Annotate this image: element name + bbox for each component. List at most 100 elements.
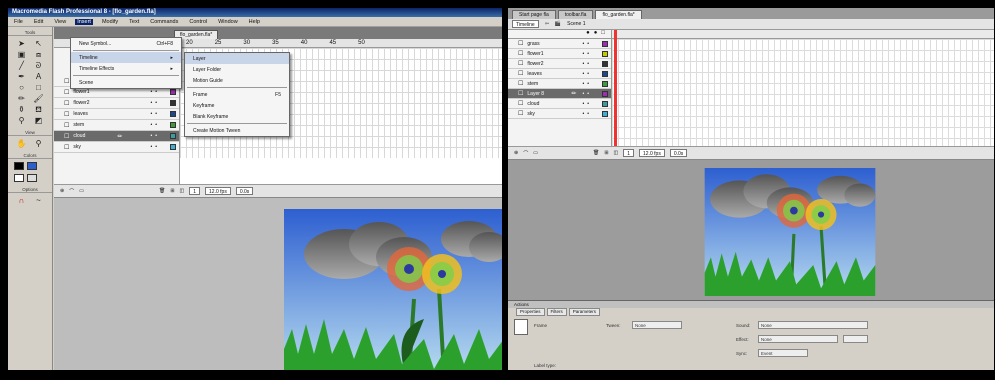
- layer-toggles[interactable]: ••: [582, 71, 592, 77]
- menu-item-new-symbol[interactable]: New Symbol... Ctrl+F8: [71, 38, 181, 49]
- layer-toggles[interactable]: ••: [582, 51, 592, 57]
- zoom-tool-icon[interactable]: ⚲: [31, 139, 46, 148]
- layer-row[interactable]: ☐ flower1 ••: [508, 49, 611, 59]
- add-folder-icon[interactable]: ▭: [533, 150, 538, 156]
- menu-item-blank-keyframe[interactable]: Blank Keyframe: [185, 111, 289, 122]
- black-white-icon[interactable]: [14, 174, 24, 182]
- tween-select[interactable]: None: [632, 321, 682, 329]
- add-guide-icon[interactable]: ⌒: [69, 188, 74, 195]
- selection-tool-icon[interactable]: ➤: [14, 39, 29, 48]
- stroke-color-swatch[interactable]: [14, 162, 24, 170]
- tab-parameters[interactable]: Parameters: [568, 308, 601, 316]
- menu-help[interactable]: Help: [247, 19, 262, 25]
- menu-item-frame[interactable]: Frame F5: [185, 89, 289, 100]
- layer-toggles[interactable]: ••: [150, 100, 160, 106]
- menu-item-timeline[interactable]: Timeline ▸: [71, 52, 181, 63]
- layer-row[interactable]: ☐ flower2 ••: [508, 59, 611, 69]
- back-arrow-icon[interactable]: ⇦: [545, 21, 549, 27]
- layer-toggles[interactable]: ••: [582, 61, 592, 67]
- layer-toggles[interactable]: ••: [582, 91, 592, 97]
- tab-flo-garden[interactable]: flo_garden.fla*: [595, 10, 642, 19]
- menu-commands[interactable]: Commands: [148, 19, 180, 25]
- layer-row[interactable]: ☐ cloud ••: [508, 99, 611, 109]
- menu-item-layer-folder[interactable]: Layer Folder: [185, 64, 289, 75]
- line-tool-icon[interactable]: ╱: [14, 61, 29, 70]
- layer-toggles[interactable]: ••: [582, 111, 592, 117]
- menu-item-timeline-effects[interactable]: Timeline Effects ▸: [71, 63, 181, 74]
- fill-color-swatch[interactable]: [27, 162, 37, 170]
- pencil-tool-icon[interactable]: ✏: [14, 94, 29, 103]
- playhead[interactable]: [614, 30, 617, 158]
- center-frame-icon[interactable]: ⊞: [604, 150, 608, 156]
- layer-toggles[interactable]: ••: [150, 122, 160, 128]
- sync-select[interactable]: Event: [758, 349, 808, 357]
- onion-skin-icon[interactable]: ◫: [614, 150, 619, 156]
- lock-icon[interactable]: ●: [594, 30, 598, 38]
- oval-tool-icon[interactable]: ○: [14, 83, 29, 92]
- lasso-tool-icon[interactable]: ᘐ: [31, 61, 46, 70]
- outline-icon[interactable]: □: [601, 30, 605, 38]
- gradient-transform-icon[interactable]: ⧈: [31, 50, 46, 59]
- sound-select[interactable]: None: [758, 321, 868, 329]
- stage-canvas[interactable]: [702, 168, 878, 296]
- add-layer-icon[interactable]: ⊕: [514, 150, 518, 156]
- layer-toggles[interactable]: ••: [582, 101, 592, 107]
- delete-layer-icon[interactable]: 🗑: [593, 150, 599, 156]
- delete-layer-icon[interactable]: 🗑: [159, 188, 165, 194]
- layer-toggles[interactable]: ••: [150, 144, 160, 150]
- tab-start-page[interactable]: Start page fla: [512, 10, 556, 19]
- free-transform-icon[interactable]: ▣: [14, 50, 29, 59]
- edit-effect-button[interactable]: [843, 335, 868, 343]
- menu-item-motion-guide[interactable]: Motion Guide: [185, 75, 289, 86]
- menu-item-keyframe[interactable]: Keyframe: [185, 100, 289, 111]
- add-guide-icon[interactable]: ⌒: [523, 150, 528, 157]
- layer-row[interactable]: ☐ sky ••: [508, 109, 611, 119]
- add-layer-icon[interactable]: ⊕: [60, 188, 64, 194]
- layer-row-selected[interactable]: ☐ cloud ✏ ••: [54, 131, 179, 142]
- menu-edit[interactable]: Edit: [32, 19, 45, 25]
- menu-text[interactable]: Text: [127, 19, 141, 25]
- text-tool-icon[interactable]: A: [31, 72, 46, 81]
- menu-file[interactable]: File: [12, 19, 25, 25]
- layer-row[interactable]: ☐ stem ••: [508, 79, 611, 89]
- layer-row[interactable]: ☐ leaves ••: [54, 109, 179, 120]
- onion-skin-icon[interactable]: ◫: [180, 188, 185, 194]
- layer-row[interactable]: ☐ stem ••: [54, 120, 179, 131]
- timeline-ruler[interactable]: [612, 30, 994, 39]
- layer-row[interactable]: ☐ leaves ••: [508, 69, 611, 79]
- menu-view[interactable]: View: [52, 19, 68, 25]
- layer-row[interactable]: ☐grass ••: [508, 39, 611, 49]
- layer-row[interactable]: ☐ sky ••: [54, 142, 179, 153]
- ink-bottle-icon[interactable]: ⚱: [14, 105, 29, 114]
- eye-icon[interactable]: ●: [586, 30, 590, 38]
- menu-item-scene[interactable]: Scene: [71, 77, 181, 88]
- menu-control[interactable]: Control: [187, 19, 209, 25]
- smooth-icon[interactable]: ~: [31, 196, 46, 205]
- menu-item-layer[interactable]: Layer: [185, 53, 289, 64]
- hand-tool-icon[interactable]: ✋: [14, 139, 29, 148]
- menu-item-create-motion-tween[interactable]: Create Motion Tween: [185, 125, 289, 136]
- layer-row[interactable]: ☐ flower2 ••: [54, 98, 179, 109]
- subselection-tool-icon[interactable]: ↖: [31, 39, 46, 48]
- layer-toggles[interactable]: ••: [582, 81, 592, 87]
- stage-canvas[interactable]: [284, 209, 502, 370]
- actions-panel-header[interactable]: Actions: [508, 301, 994, 308]
- tab-filters[interactable]: Filters: [546, 308, 567, 316]
- frame-grid[interactable]: [612, 39, 994, 159]
- effect-select[interactable]: None: [758, 335, 838, 343]
- layer-row-selected[interactable]: ☐ Layer 8 ✏ ••: [508, 89, 611, 99]
- eyedropper-icon[interactable]: ⚲: [14, 116, 29, 125]
- pen-tool-icon[interactable]: ✒: [14, 72, 29, 81]
- timeline-toggle-button[interactable]: Timeline: [512, 20, 539, 28]
- eraser-tool-icon[interactable]: ◩: [31, 116, 46, 125]
- center-frame-icon[interactable]: ⊞: [170, 188, 174, 194]
- tab-properties[interactable]: Properties: [516, 308, 545, 316]
- add-folder-icon[interactable]: ▭: [79, 188, 84, 194]
- menu-window[interactable]: Window: [216, 19, 240, 25]
- layer-toggles[interactable]: ••: [150, 89, 160, 95]
- magnet-icon[interactable]: ∩: [14, 196, 29, 205]
- paint-bucket-icon[interactable]: ⛾: [31, 105, 46, 114]
- rectangle-tool-icon[interactable]: □: [31, 83, 46, 92]
- menu-insert[interactable]: Insert: [75, 18, 93, 25]
- brush-tool-icon[interactable]: 🖌: [31, 94, 46, 103]
